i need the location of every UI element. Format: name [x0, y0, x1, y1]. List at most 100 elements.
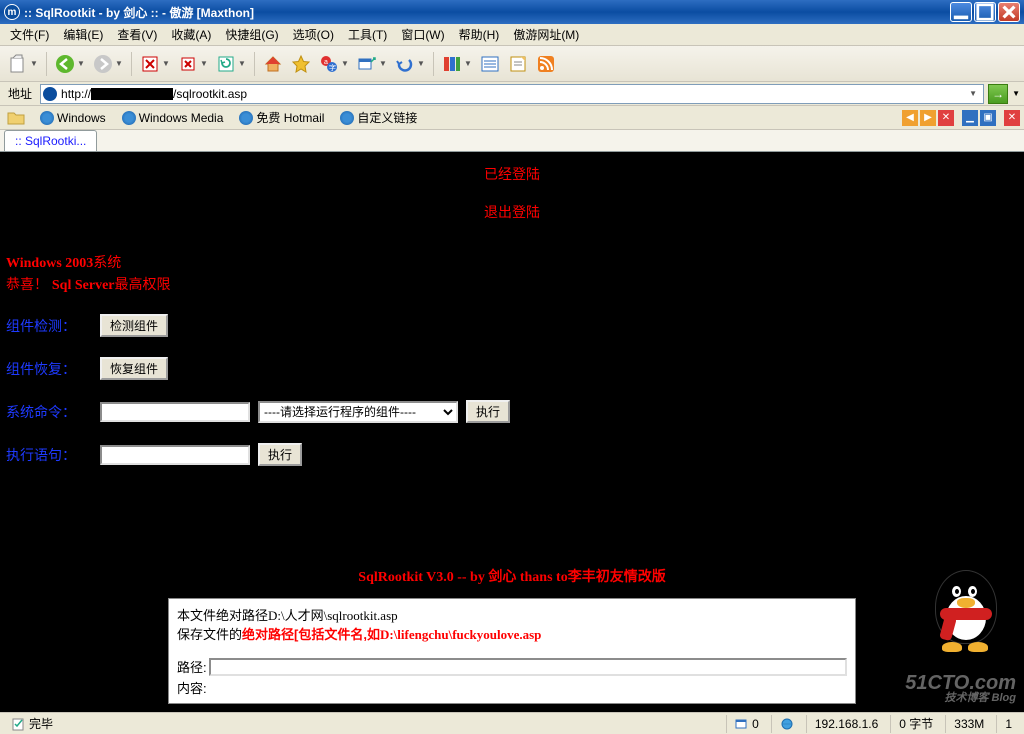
- done-icon: [12, 717, 26, 731]
- favicon-icon: [43, 87, 57, 101]
- close-all-icon[interactable]: ✕: [1004, 110, 1020, 126]
- address-bar: 地址 http:// /sqlrootkit.asp ▼ → ▼: [0, 82, 1024, 106]
- logout-link[interactable]: 退出登陆: [0, 202, 1024, 222]
- nav-left-icon[interactable]: ◀: [902, 110, 918, 126]
- url-dropdown-icon[interactable]: ▼: [965, 89, 981, 98]
- svg-text:a: a: [324, 59, 328, 66]
- nav-right-icon[interactable]: ▶: [920, 110, 936, 126]
- menu-maxthon-url[interactable]: 傲游网址(M): [507, 24, 585, 45]
- row-detect: 组件检测：: [6, 314, 1024, 337]
- detect-button[interactable]: [100, 314, 168, 337]
- go-button[interactable]: →: [988, 84, 1008, 104]
- resources-button[interactable]: ▼: [440, 52, 474, 76]
- notes-button[interactable]: [506, 52, 530, 76]
- status-bar: 完毕 0 192.168.1.6 0 字节 333M 1: [0, 712, 1024, 734]
- file-save-hint: 保存文件的绝对路径[包括文件名,如D:\lifengchu\fuckyoulov…: [177, 624, 847, 643]
- link-hotmail[interactable]: 免费 Hotmail: [235, 107, 328, 128]
- undo-button[interactable]: ▼: [393, 52, 427, 76]
- exec-input[interactable]: [100, 445, 250, 465]
- exec-button[interactable]: [258, 443, 302, 466]
- rss-button[interactable]: [534, 52, 558, 76]
- redacted-host: [91, 88, 173, 100]
- forward-button[interactable]: ▼: [91, 52, 125, 76]
- url-input-box[interactable]: http:// /sqlrootkit.asp ▼: [40, 84, 984, 104]
- page-footer: SqlRootkit V3.0 -- by 剑心 thans to李丰初友情改版: [0, 566, 1024, 586]
- recover-button[interactable]: [100, 357, 168, 380]
- window-title: :: SqlRootkit - by 剑心 :: - 傲游 [Maxthon]: [24, 4, 950, 21]
- content-input-row: 内容:: [177, 678, 847, 697]
- page-content: 已经登陆 退出登陆 Windows 2003系统 恭喜！ Sql Server最…: [0, 152, 1024, 712]
- ie-icon: [340, 111, 354, 125]
- link-windows[interactable]: Windows: [36, 109, 110, 127]
- translate-button[interactable]: a字▼: [317, 52, 351, 76]
- popup-blocked-icon: [735, 717, 749, 731]
- recover-label: 组件恢复：: [6, 359, 92, 379]
- links-bar: Windows Windows Media 免费 Hotmail 自定义链接 ◀…: [0, 106, 1024, 130]
- restore-tab-icon[interactable]: ▣: [980, 110, 996, 126]
- home-button[interactable]: [261, 52, 285, 76]
- ie-icon: [239, 111, 253, 125]
- path-input-row: 路径:: [177, 657, 847, 676]
- exec-label: 执行语句：: [6, 445, 92, 465]
- ie-icon: [40, 111, 54, 125]
- file-path-current: 本文件绝对路径D:\人才网\sqlrootkit.asp: [177, 605, 847, 624]
- row-exec: 执行语句：: [6, 443, 1024, 466]
- globe-icon: [780, 717, 794, 731]
- menubar: 文件(F) 编辑(E) 查看(V) 收藏(A) 快捷组(G) 选项(O) 工具(…: [0, 24, 1024, 46]
- cmd-select[interactable]: ----请选择运行程序的组件----: [258, 401, 458, 423]
- address-label: 地址: [4, 85, 36, 102]
- min-tab-icon[interactable]: ▁: [962, 110, 978, 126]
- congrats-text: 恭喜！ Sql Server最高权限: [6, 274, 1024, 294]
- path-input[interactable]: [209, 658, 847, 676]
- status-popup: 0: [726, 715, 767, 733]
- favorites-button[interactable]: [289, 52, 313, 76]
- list-button[interactable]: [478, 52, 502, 76]
- new-tab-button[interactable]: ▼: [6, 52, 40, 76]
- link-custom[interactable]: 自定义链接: [336, 107, 421, 128]
- watermark: 51CTO.com 技术博客 Blog: [905, 673, 1016, 704]
- stop-all-button[interactable]: ▼: [138, 52, 172, 76]
- link-windows-media[interactable]: Windows Media: [118, 109, 228, 127]
- menu-tools[interactable]: 工具(T): [342, 24, 393, 45]
- content-label: 内容:: [177, 678, 207, 697]
- refresh-button[interactable]: ▼: [214, 52, 248, 76]
- go-dropdown-icon[interactable]: ▼: [1012, 89, 1020, 98]
- stop-button[interactable]: ▼: [176, 52, 210, 76]
- path-label: 路径:: [177, 657, 207, 676]
- cmd-input[interactable]: [100, 402, 250, 422]
- system-info: Windows 2003系统: [6, 252, 1024, 272]
- status-mem: 333M: [945, 715, 992, 733]
- cmd-label: 系统命令：: [6, 402, 92, 422]
- qq-penguin-icon[interactable]: [928, 566, 1004, 652]
- row-cmd: 系统命令： ----请选择运行程序的组件----: [6, 400, 1024, 423]
- logged-in-text: 已经登陆: [0, 164, 1024, 184]
- menu-view[interactable]: 查看(V): [111, 24, 163, 45]
- back-button[interactable]: ▼: [53, 52, 87, 76]
- minimize-button[interactable]: [950, 2, 972, 22]
- titlebar: m :: SqlRootkit - by 剑心 :: - 傲游 [Maxthon…: [0, 0, 1024, 24]
- folder-icon[interactable]: [4, 106, 28, 130]
- menu-help[interactable]: 帮助(H): [453, 24, 506, 45]
- menu-favorites[interactable]: 收藏(A): [165, 24, 217, 45]
- ie-icon: [122, 111, 136, 125]
- url-prefix: http://: [61, 87, 91, 101]
- url-suffix: /sqlrootkit.asp: [173, 87, 965, 101]
- cmd-exec-button[interactable]: [466, 400, 510, 423]
- app-logo-icon: m: [4, 4, 20, 20]
- close-button[interactable]: [998, 2, 1020, 22]
- svg-text:字: 字: [329, 63, 336, 72]
- status-bytes: 0 字节: [890, 715, 941, 733]
- status-count: 1: [996, 715, 1020, 733]
- menu-options[interactable]: 选项(O): [287, 24, 340, 45]
- menu-groups[interactable]: 快捷组(G): [219, 24, 284, 45]
- status-done: 完毕: [4, 715, 722, 733]
- menu-window[interactable]: 窗口(W): [395, 24, 450, 45]
- close-tab-icon[interactable]: ✕: [938, 110, 954, 126]
- menu-file[interactable]: 文件(F): [4, 24, 55, 45]
- toolbar: ▼ ▼ ▼ ▼ ▼ ▼ a字▼ ▼ ▼ ▼: [0, 46, 1024, 82]
- menu-edit[interactable]: 编辑(E): [57, 24, 109, 45]
- maximize-button[interactable]: [974, 2, 996, 22]
- tab-active[interactable]: :: SqlRootki...: [4, 130, 97, 151]
- popup-button[interactable]: ▼: [355, 52, 389, 76]
- file-save-box: 本文件绝对路径D:\人才网\sqlrootkit.asp 保存文件的绝对路径[包…: [168, 598, 856, 704]
